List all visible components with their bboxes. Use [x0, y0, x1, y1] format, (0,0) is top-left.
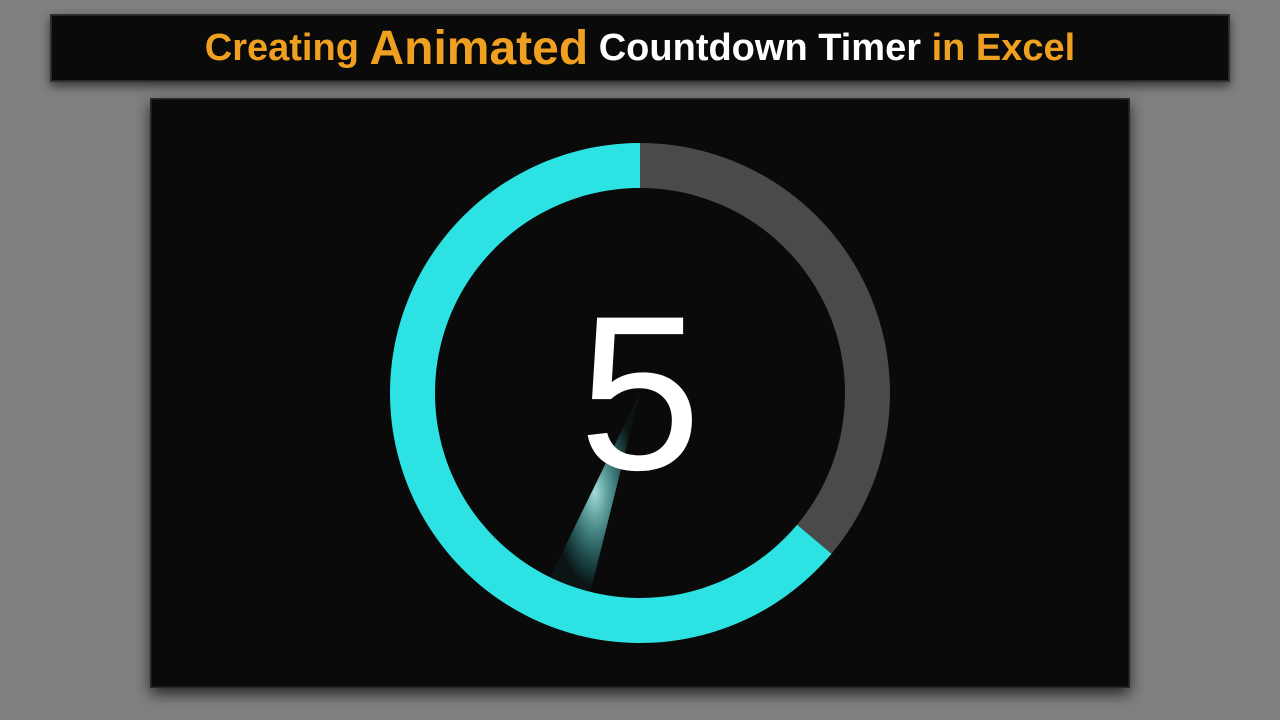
title-bar: Creating Animated Countdown Timer in Exc…	[50, 14, 1230, 82]
title-part1: Creating	[205, 27, 359, 70]
title-part3: Countdown Timer	[599, 27, 921, 70]
title-part4: in Excel	[932, 27, 1076, 70]
title-part2: Animated	[369, 21, 588, 76]
countdown-donut: 5	[380, 133, 900, 653]
chart-panel: 5	[150, 98, 1130, 688]
counter-number: 5	[380, 133, 900, 653]
